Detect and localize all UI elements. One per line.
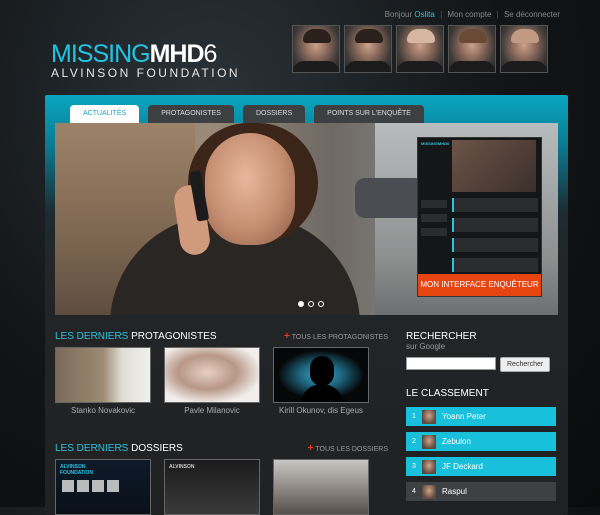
rank-number: 1 — [412, 413, 416, 420]
slider-dot[interactable] — [308, 301, 314, 307]
user-bar: Bonjour Oslita | Mon compte | Se déconne… — [385, 10, 560, 19]
hero-slider[interactable]: MISSINGMHD6 Mon interface enquêteur — [55, 123, 558, 315]
search-button[interactable]: Rechercher — [500, 357, 551, 372]
protagonist-card[interactable]: Kirill Okunov, dis Egeus — [273, 347, 369, 415]
nav-tabs: Actualités Protagonistes Dossiers Points… — [70, 105, 424, 123]
search-box: Rechercher sur Google Rechercher — [406, 331, 556, 372]
rank-name: Raspul — [442, 487, 467, 496]
logo-subtitle: ALVINSON FOUNDATION — [51, 66, 241, 80]
logo-part-missing: MISSING — [51, 40, 151, 68]
avatar — [422, 484, 436, 499]
avatar — [422, 459, 436, 474]
protagonist-card[interactable]: Pavle Milanovic — [164, 347, 260, 415]
rank-number: 4 — [412, 488, 416, 495]
character-face[interactable] — [448, 25, 496, 73]
ranking: Le classement 1 Yoann Peter 2 Zebulon 3 … — [406, 388, 556, 507]
slider-dot[interactable] — [318, 301, 324, 307]
all-protagonists-link[interactable]: + Tous les protagonistes — [284, 331, 388, 342]
protagonist-name: Stanko Novakovic — [70, 406, 136, 415]
tab-dossiers[interactable]: Dossiers — [242, 105, 306, 123]
protagonist-photo — [273, 347, 369, 403]
latest-dossiers: Les derniers dossiers + Tous les dossiers… — [55, 443, 388, 515]
avatar — [422, 434, 436, 449]
investigator-interface-preview[interactable]: MISSINGMHD6 Mon interface enquêteur — [417, 137, 542, 297]
slider-dot[interactable] — [298, 301, 304, 307]
search-title: Rechercher — [406, 331, 477, 342]
site-logo[interactable]: MISSINGMHD6 ALVINSON FOUNDATION — [51, 40, 241, 81]
avatar — [422, 409, 436, 424]
ranking-item[interactable]: 1 Yoann Peter — [406, 407, 556, 426]
rank-name: Yoann Peter — [442, 412, 486, 421]
ranking-item[interactable]: 3 JF Deckard — [406, 457, 556, 476]
ranking-title: Le classement — [406, 388, 489, 399]
main-panel: Actualités Protagonistes Dossiers Points… — [45, 95, 568, 515]
section-title: Les derniers protagonistes — [55, 331, 217, 342]
character-faces — [292, 25, 548, 73]
character-face[interactable] — [500, 25, 548, 73]
investigator-interface-button[interactable]: Mon interface enquêteur — [418, 274, 541, 296]
protagonist-name: Pavle Milanovic — [184, 406, 240, 415]
protagonist-card[interactable]: Stanko Novakovic — [55, 347, 151, 415]
plus-icon: + — [283, 331, 290, 342]
rank-number: 2 — [412, 438, 416, 445]
all-dossiers-link[interactable]: + Tous les dossiers — [308, 443, 388, 454]
character-face[interactable] — [396, 25, 444, 73]
separator: | — [496, 10, 499, 19]
protagonist-name: Kirill Okunov, dis Egeus — [279, 406, 363, 415]
latest-protagonists: Les derniers protagonistes + Tous les pro… — [55, 331, 388, 415]
protagonist-photo — [55, 347, 151, 403]
tab-actualites[interactable]: Actualités — [70, 105, 140, 123]
tab-points-enquete[interactable]: Points sur l'enquête — [314, 105, 424, 123]
protagonist-photo — [164, 347, 260, 403]
rank-name: Zebulon — [442, 437, 471, 446]
rank-number: 3 — [412, 463, 416, 470]
character-face[interactable] — [344, 25, 392, 73]
username[interactable]: Oslita — [414, 10, 434, 19]
separator: | — [440, 10, 443, 19]
tab-protagonistes[interactable]: Protagonistes — [148, 105, 234, 123]
ranking-item[interactable]: 2 Zebulon — [406, 432, 556, 451]
greeting: Bonjour — [384, 10, 413, 19]
slider-dots — [298, 301, 324, 307]
search-subtitle: sur Google — [406, 342, 446, 351]
rank-name: JF Deckard — [442, 462, 483, 471]
logo-part-number: 6 — [203, 40, 218, 68]
search-input[interactable] — [406, 357, 496, 370]
logo-part-mhd: MHD — [149, 40, 205, 68]
plus-icon: + — [307, 443, 314, 454]
section-title: Les derniers dossiers — [55, 443, 183, 454]
character-face[interactable] — [292, 25, 340, 73]
hero-image — [205, 133, 295, 245]
logout-link[interactable]: Se déconnecter — [504, 10, 560, 19]
my-account-link[interactable]: Mon compte — [447, 10, 491, 19]
ranking-item[interactable]: 4 Raspul — [406, 482, 556, 501]
